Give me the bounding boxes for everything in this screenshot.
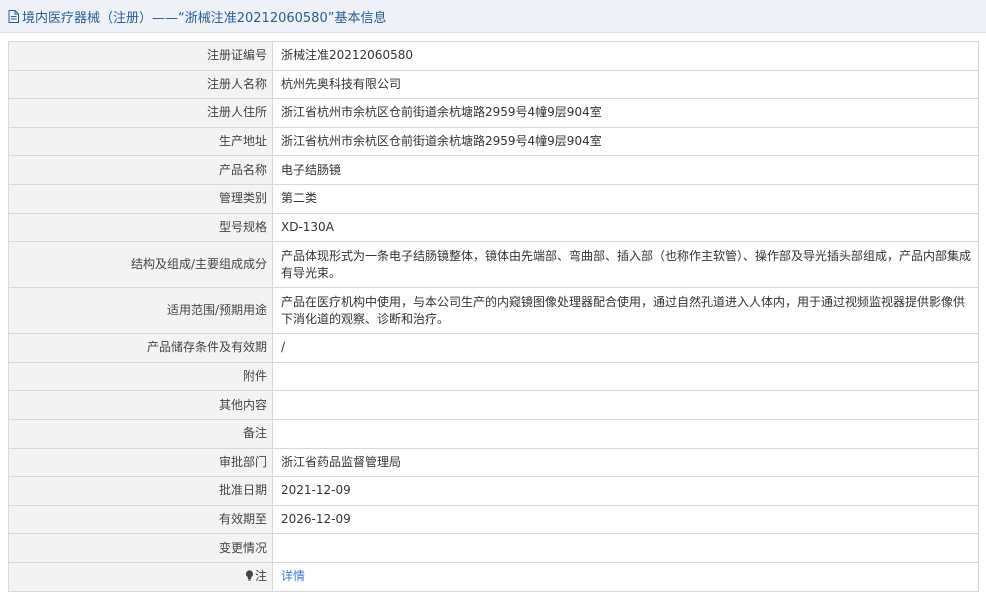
field-label: 适用范围/预期用途 (8, 287, 273, 335)
table-row-approval-dept: 审批部门 浙江省药品监督管理局 (8, 447, 979, 478)
page-title-bar: 境内医疗器械（注册）——“浙械注准20212060580”基本信息 (0, 0, 986, 33)
field-label: 批准日期 (8, 476, 273, 506)
field-value-reg-no: 浙械注准20212060580 (272, 41, 979, 71)
lightbulb-icon (245, 570, 254, 581)
field-value-note: 详情 (272, 561, 979, 592)
field-label: 注册人住所 (8, 98, 273, 128)
table-row-storage: 产品储存条件及有效期 / (8, 333, 979, 363)
field-label: 产品储存条件及有效期 (8, 333, 273, 363)
field-label: 备注 (8, 418, 273, 449)
field-value-product-name: 电子结肠镜 (272, 155, 979, 185)
field-label: 型号规格 (8, 212, 273, 243)
detail-link[interactable]: 详情 (281, 569, 305, 583)
page-title: 境内医疗器械（注册）——“浙械注准20212060580”基本信息 (22, 10, 387, 26)
table-row-intended-use: 适用范围/预期用途 产品在医疗机构中使用，与本公司生产的内窥镜图像处理器配合使用… (8, 287, 979, 335)
field-label: 有效期至 (8, 504, 273, 535)
table-row-model: 型号规格 XD-130A (8, 212, 979, 243)
field-value-production-address: 浙江省杭州市余杭区仓前街道余杭塘路2959号4幢9层904室 (272, 126, 979, 157)
field-label: 其他内容 (8, 390, 273, 420)
field-value-remark (272, 418, 979, 449)
field-label: 管理类别 (8, 183, 273, 214)
table-row-attachment: 附件 (8, 361, 979, 392)
table-row-note: 注 详情 (8, 561, 979, 592)
field-label: 产品名称 (8, 155, 273, 185)
table-row-remark: 备注 (8, 418, 979, 449)
field-label: 附件 (8, 361, 273, 392)
field-value-registrant: 杭州先奥科技有限公司 (272, 69, 979, 100)
table-row-reg-no: 注册证编号 浙械注准20212060580 (8, 41, 979, 71)
table-row-registrant-address: 注册人住所 浙江省杭州市余杭区仓前街道余杭塘路2959号4幢9层904室 (8, 98, 979, 128)
table-row-changes: 变更情况 (8, 533, 979, 563)
field-value-structure: 产品体现形式为一条电子结肠镜整体，镜体由先端部、弯曲部、插入部（也称作主软管）、… (272, 241, 979, 289)
field-value-storage: / (272, 333, 979, 363)
field-label: 结构及组成/主要组成成分 (8, 241, 273, 289)
field-value-changes (272, 533, 979, 563)
document-icon (8, 9, 19, 23)
table-row-product-name: 产品名称 电子结肠镜 (8, 155, 979, 185)
field-value-valid-until: 2026-12-09 (272, 504, 979, 535)
field-label: 审批部门 (8, 447, 273, 478)
table-row-structure: 结构及组成/主要组成成分 产品体现形式为一条电子结肠镜整体，镜体由先端部、弯曲部… (8, 241, 979, 289)
field-value-category: 第二类 (272, 183, 979, 214)
field-value-registrant-address: 浙江省杭州市余杭区仓前街道余杭塘路2959号4幢9层904室 (272, 98, 979, 128)
field-value-attachment (272, 361, 979, 392)
info-table: 注册证编号 浙械注准20212060580 注册人名称 杭州先奥科技有限公司 注… (8, 41, 979, 592)
field-label: 注册人名称 (8, 69, 273, 100)
table-row-registrant: 注册人名称 杭州先奥科技有限公司 (8, 69, 979, 100)
field-value-other (272, 390, 979, 420)
field-value-model: XD-130A (272, 212, 979, 243)
table-row-valid-until: 有效期至 2026-12-09 (8, 504, 979, 535)
field-value-approval-dept: 浙江省药品监督管理局 (272, 447, 979, 478)
field-value-intended-use: 产品在医疗机构中使用，与本公司生产的内窥镜图像处理器配合使用，通过自然孔道进入人… (272, 287, 979, 335)
table-row-production-address: 生产地址 浙江省杭州市余杭区仓前街道余杭塘路2959号4幢9层904室 (8, 126, 979, 157)
field-label: 生产地址 (8, 126, 273, 157)
note-label: 注 (254, 569, 267, 584)
field-value-approval-date: 2021-12-09 (272, 476, 979, 506)
table-row-other: 其他内容 (8, 390, 979, 420)
field-label: 变更情况 (8, 533, 273, 563)
field-label: 注册证编号 (8, 41, 273, 71)
field-label-note: 注 (8, 561, 273, 592)
table-row-category: 管理类别 第二类 (8, 183, 979, 214)
table-row-approval-date: 批准日期 2021-12-09 (8, 476, 979, 506)
